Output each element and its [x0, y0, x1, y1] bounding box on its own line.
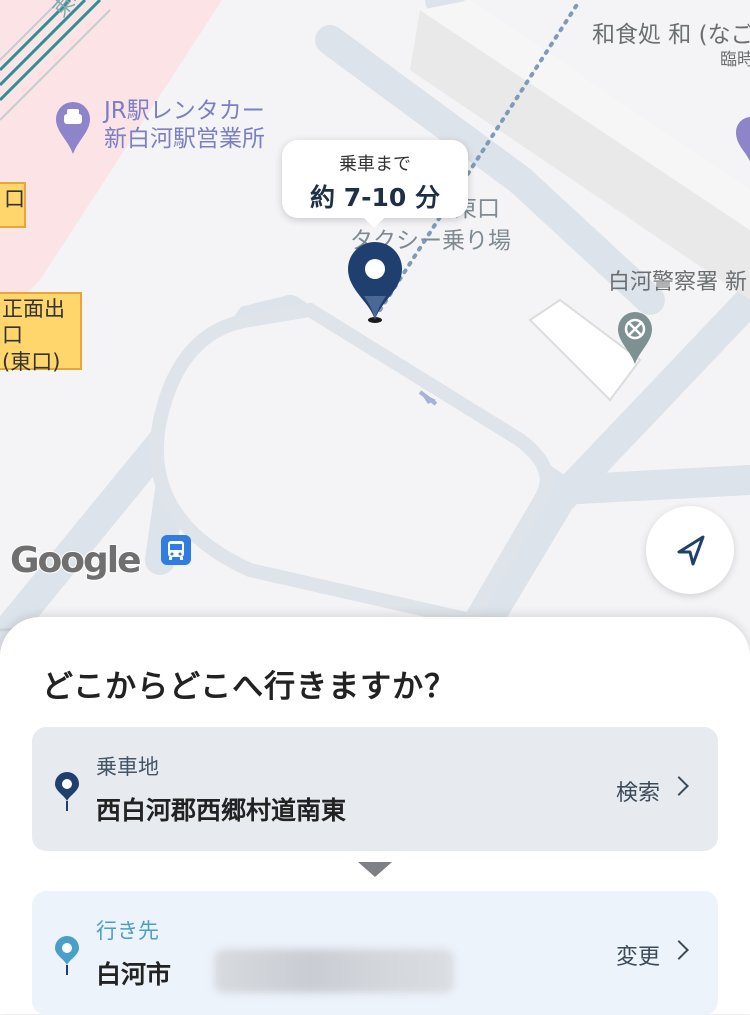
eta-tooltip-label: 乗車まで — [339, 154, 411, 175]
map-view[interactable]: 東北新幹 JR駅レンタカー 新白河駅営業所 和食処 和 (なご 臨時 東口 タク… — [0, 0, 750, 650]
poi-restaurant-name: 和食処 和 (なご — [592, 22, 750, 48]
pickup-search-button[interactable]: 検索 — [616, 775, 660, 807]
exit-label-main[interactable]: 正面出口 (東口) — [0, 292, 82, 374]
google-logo: Google — [9, 539, 143, 582]
poi-restaurant[interactable]: 和食処 和 (なご 臨時 — [592, 22, 750, 70]
current-location-button[interactable] — [646, 506, 734, 594]
exit-main-line1: 正面出口 — [2, 297, 65, 348]
bus-stop-icon[interactable] — [161, 535, 191, 565]
pickup-pin-icon — [55, 772, 79, 811]
poi-pin-icon[interactable] — [736, 116, 750, 166]
chevron-down-icon — [358, 862, 392, 877]
eta-tooltip: 乗車まで 約 7-10 分 — [282, 140, 468, 228]
poi-restaurant-sub: 臨時 — [720, 49, 750, 70]
poi-police-name[interactable]: 白河警察署 新 — [608, 270, 747, 296]
chevron-right-icon — [669, 776, 689, 796]
destination-value: 白河市 — [96, 960, 172, 989]
route-bottom-sheet: どこからどこへ行きますか？ 乗車地 西白河郡西郷村道南東 検索 行き先 白河市 … — [0, 617, 750, 1015]
exit-label-top-text: 口 — [4, 187, 25, 211]
pickup-value: 西白河郡西郷村道南東 — [96, 796, 347, 825]
car-rental-icon[interactable] — [54, 100, 92, 156]
pickup-label: 乗車地 — [96, 755, 159, 779]
eta-tooltip-value: 約 7-10 分 — [310, 183, 440, 212]
exit-main-line2: (東口) — [2, 349, 61, 374]
redacted-address — [214, 949, 454, 993]
poi-rental-line1: JR駅レンタカー — [104, 98, 265, 124]
destination-card[interactable]: 行き先 白河市 変更 — [32, 891, 718, 1015]
destination-change-button[interactable]: 変更 — [616, 939, 660, 971]
chevron-right-icon — [669, 940, 689, 960]
navigation-arrow-icon — [677, 535, 705, 566]
poi-rental-name[interactable]: JR駅レンタカー 新白河駅営業所 — [104, 98, 265, 153]
sheet-title: どこからどこへ行きますか？ — [42, 669, 457, 705]
map-pin-icon[interactable] — [346, 240, 404, 326]
police-icon[interactable] — [616, 310, 654, 366]
pickup-location-card[interactable]: 乗車地 西白河郡西郷村道南東 検索 — [32, 727, 718, 851]
destination-label: 行き先 — [96, 919, 159, 943]
exit-label-top[interactable]: 口 — [0, 182, 26, 228]
destination-pin-icon — [55, 936, 79, 975]
poi-rental-line2: 新白河駅営業所 — [104, 125, 265, 152]
